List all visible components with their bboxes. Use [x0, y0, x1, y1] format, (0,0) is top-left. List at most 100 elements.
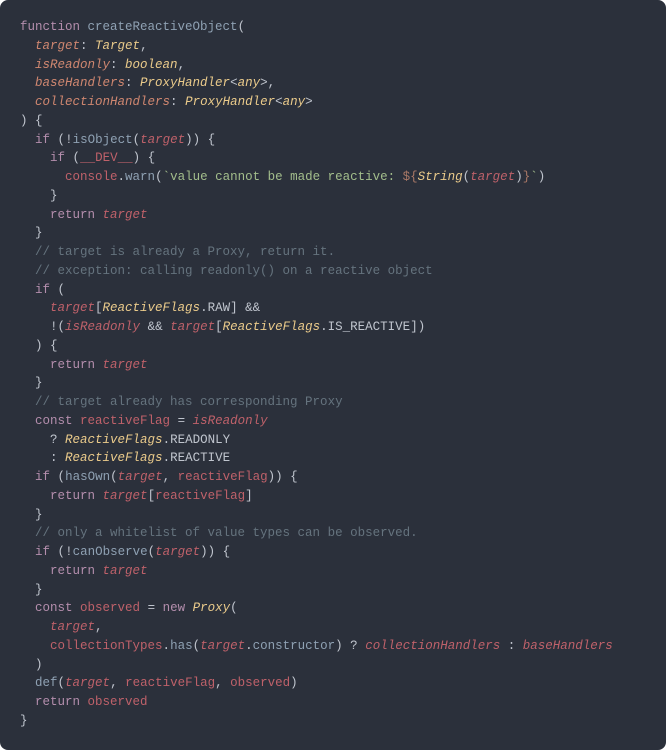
kw-return: return	[50, 208, 95, 222]
amp: &&	[148, 320, 163, 334]
param: baseHandlers	[35, 76, 125, 90]
obj: console	[65, 170, 118, 184]
param: isReadonly	[35, 58, 110, 72]
kw-return: return	[50, 564, 95, 578]
paren: (	[58, 470, 66, 484]
gt: >	[260, 76, 268, 90]
kw-if: if	[35, 470, 50, 484]
fn: hasOwn	[65, 470, 110, 484]
arg: observed	[230, 676, 290, 690]
brace: }	[50, 189, 58, 203]
b: baseHandlers	[523, 639, 613, 653]
arg: target	[140, 133, 185, 147]
arg: target	[50, 620, 95, 634]
fn: warn	[125, 170, 155, 184]
class: Proxy	[193, 601, 231, 615]
comment: // target already has corresponding Prox…	[35, 395, 343, 409]
brace: }	[35, 583, 43, 597]
fn: has	[170, 639, 193, 653]
colon: :	[80, 39, 95, 53]
paren: ) {	[133, 151, 156, 165]
comma: ,	[110, 676, 125, 690]
colon: :	[110, 58, 125, 72]
paren: )	[538, 170, 546, 184]
paren: (	[238, 20, 246, 34]
param: collectionHandlers	[35, 95, 170, 109]
type: ReactiveFlags	[103, 301, 201, 315]
colon: :	[125, 76, 140, 90]
dot: .	[163, 433, 171, 447]
close: ])	[410, 320, 425, 334]
dot: .	[320, 320, 328, 334]
bracket: ]	[230, 301, 245, 315]
kw-if: if	[50, 151, 65, 165]
name: reactiveFlag	[80, 414, 170, 428]
bang: !	[65, 133, 73, 147]
close: )	[35, 658, 43, 672]
paren: (	[58, 676, 66, 690]
var: target	[103, 208, 148, 222]
paren: (	[58, 545, 66, 559]
colon: :	[50, 451, 58, 465]
paren: (	[73, 151, 81, 165]
code-block: function createReactiveObject( target: T…	[0, 0, 666, 750]
paren: (	[148, 545, 156, 559]
fn: canObserve	[73, 545, 148, 559]
paren: )	[335, 639, 350, 653]
paren: )	[515, 170, 523, 184]
comma: ,	[268, 76, 276, 90]
q: ?	[50, 433, 58, 447]
type: ReactiveFlags	[65, 433, 163, 447]
paren: )	[290, 676, 298, 690]
str: `value cannot be made reactive:	[163, 170, 403, 184]
bracket: [	[148, 489, 156, 503]
comment: // only a whitelist of value types can b…	[35, 526, 418, 540]
paren: )) {	[200, 545, 230, 559]
comma: ,	[95, 620, 103, 634]
tpl: ${	[403, 170, 418, 184]
eq: =	[178, 414, 186, 428]
cast: String	[418, 170, 463, 184]
kw-if: if	[35, 283, 50, 297]
kw-return: return	[50, 489, 95, 503]
eq: =	[148, 601, 156, 615]
bracket: [	[215, 320, 223, 334]
prop: RAW	[208, 301, 231, 315]
fn-name: createReactiveObject	[88, 20, 238, 34]
dot: .	[118, 170, 126, 184]
type: ProxyHandler	[140, 76, 230, 90]
a: collectionHandlers	[365, 639, 500, 653]
kw-if: if	[35, 133, 50, 147]
brace: ) {	[20, 114, 43, 128]
idx: reactiveFlag	[155, 489, 245, 503]
lt: <	[275, 95, 283, 109]
comma: ,	[140, 39, 148, 53]
brace: }	[35, 376, 43, 390]
kw-if: if	[35, 545, 50, 559]
colon: :	[508, 639, 516, 653]
kw-return: return	[35, 695, 80, 709]
prop: REACTIVE	[170, 451, 230, 465]
paren: (	[58, 133, 66, 147]
str: `	[530, 170, 538, 184]
type: ReactiveFlags	[223, 320, 321, 334]
comma: ,	[215, 676, 230, 690]
paren: )) {	[185, 133, 215, 147]
brace: }	[35, 226, 43, 240]
comma: ,	[178, 58, 186, 72]
dot: .	[163, 639, 171, 653]
bang: !	[65, 545, 73, 559]
type: any	[283, 95, 306, 109]
var: isReadonly	[193, 414, 268, 428]
var: isReadonly	[65, 320, 140, 334]
bracket: ]	[245, 489, 253, 503]
paren: (	[58, 283, 66, 297]
bracket: [	[95, 301, 103, 315]
arg: reactiveFlag	[125, 676, 215, 690]
type: ProxyHandler	[185, 95, 275, 109]
kw-function: function	[20, 20, 80, 34]
paren: (	[155, 170, 163, 184]
param: target	[35, 39, 80, 53]
paren: (	[230, 601, 238, 615]
kw-const: const	[35, 601, 73, 615]
